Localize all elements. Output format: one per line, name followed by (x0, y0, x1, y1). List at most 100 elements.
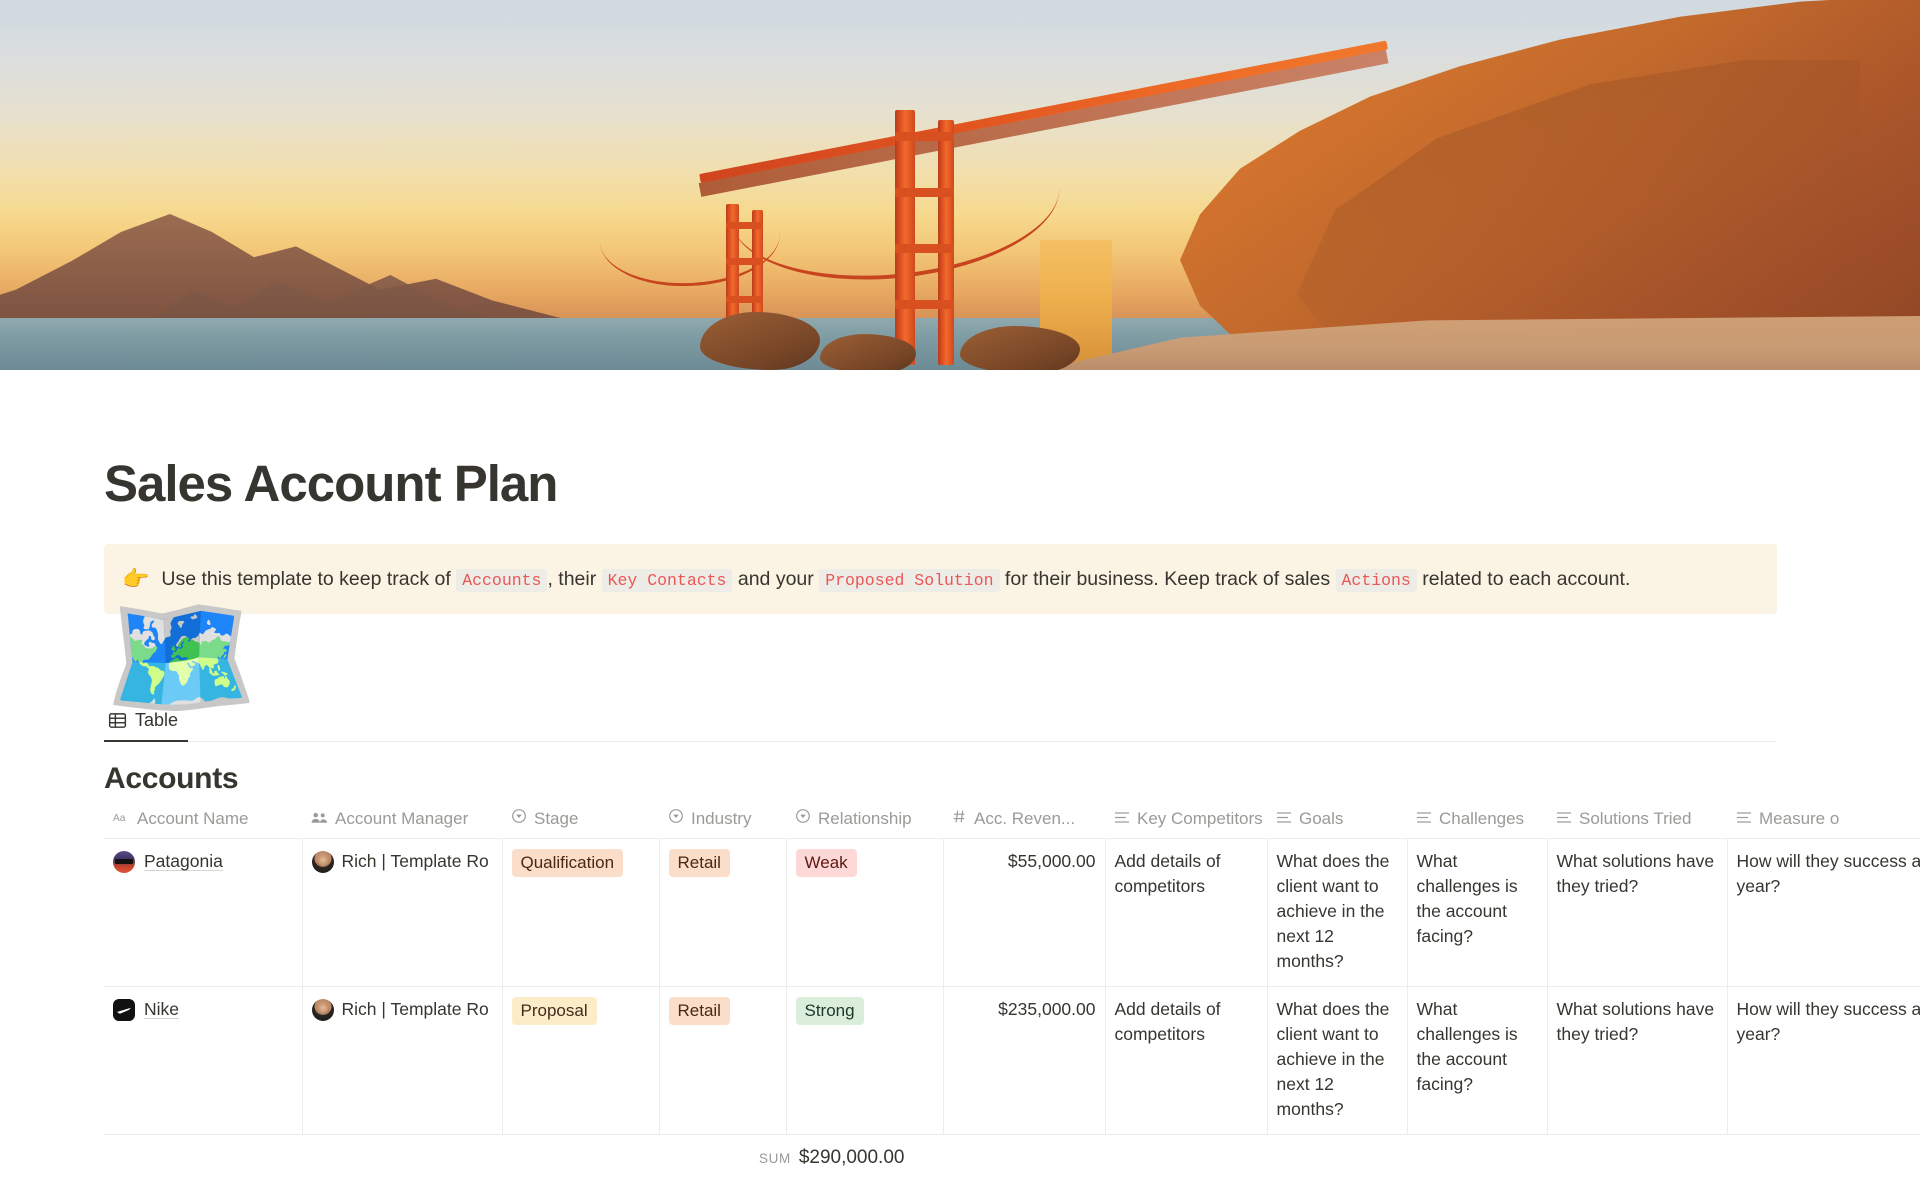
tower-crossbar (726, 258, 763, 265)
avatar (311, 998, 334, 1021)
callout-segment: related to each account. (1416, 568, 1631, 591)
callout-code-accounts: Accounts (456, 569, 548, 593)
column-label: Industry (691, 808, 752, 828)
cell-acc-revenue[interactable]: $235,000.00 (943, 986, 1106, 1135)
table-row[interactable]: Patagonia Rich | Template Ro Qualificati… (104, 838, 1920, 987)
tower-crossbar (895, 300, 954, 309)
title-text-icon: Aa (113, 809, 130, 829)
callout-block: 👉 Use this template to keep track of Acc… (104, 544, 1777, 615)
sum-value: $290,000.00 (798, 1147, 905, 1169)
callout-code-proposed-solution: Proposed Solution (819, 569, 1000, 593)
database-table[interactable]: Aa Account Name Account Manager Stage In… (104, 808, 1920, 1135)
cell-account-manager[interactable]: Rich | Template Ro (302, 838, 503, 987)
svg-text:Aa: Aa (113, 813, 126, 824)
tower-crossbar (895, 244, 954, 253)
cell-key-competitors[interactable]: Add details of competitors (1105, 986, 1268, 1135)
column-label: Stage (534, 808, 579, 828)
callout-segment: Use this template to keep track of (161, 568, 457, 591)
industry-badge: Retail (668, 849, 730, 878)
callout-segment: , their (547, 568, 602, 591)
text-lines-icon (1736, 809, 1752, 829)
column-header-stage[interactable]: Stage (502, 808, 659, 839)
column-label: Challenges (1439, 809, 1525, 829)
person-icon (311, 809, 328, 829)
cell-solutions-tried[interactable]: What solutions have they tried? (1547, 838, 1728, 987)
column-label: Solutions Tried (1579, 809, 1692, 829)
database-view-bar: Table (104, 702, 1777, 743)
cell-goals[interactable]: What does the client want to achieve in … (1267, 838, 1408, 987)
sum-label[interactable]: SUM (759, 1151, 791, 1166)
cell-relationship[interactable]: Weak (786, 838, 944, 987)
tower-crossbar (895, 188, 954, 197)
column-header-measure-of-success[interactable]: Measure o (1727, 808, 1920, 839)
stage-badge: Qualification (511, 849, 624, 878)
column-label: Goals (1299, 809, 1344, 829)
select-icon (668, 808, 684, 829)
avatar (311, 850, 334, 873)
cell-acc-revenue[interactable]: $55,000.00 (943, 838, 1106, 987)
cell-industry[interactable]: Retail (659, 838, 787, 987)
number-icon (952, 809, 967, 829)
table-header-row: Aa Account Name Account Manager Stage In… (104, 808, 1920, 839)
column-label: Account Name (137, 809, 249, 829)
table-row[interactable]: Nike Rich | Template Ro Proposal Retail … (104, 986, 1920, 1135)
acc-revenue-value: $235,000.00 (998, 999, 1096, 1020)
foreground-rock (960, 326, 1080, 370)
cell-industry[interactable]: Retail (659, 986, 787, 1135)
column-header-goals[interactable]: Goals (1267, 808, 1407, 839)
column-header-relationship[interactable]: Relationship (786, 808, 943, 839)
cell-key-competitors[interactable]: Add details of competitors (1105, 838, 1268, 987)
column-header-acc-revenue[interactable]: Acc. Reven... (943, 808, 1105, 839)
acc-revenue-value: $55,000.00 (1007, 851, 1096, 872)
bridge-tower-near-left (895, 110, 915, 365)
relationship-badge: Weak (795, 849, 857, 878)
tower-crossbar (726, 296, 763, 303)
column-header-solutions-tried[interactable]: Solutions Tried (1547, 808, 1727, 839)
cell-stage[interactable]: Qualification (502, 838, 660, 987)
patagonia-logo-icon (113, 850, 135, 873)
column-header-account-name[interactable]: Aa Account Name (104, 808, 302, 839)
callout-segment: for their business. Keep track of sales (999, 568, 1336, 591)
nike-logo-icon (113, 998, 135, 1021)
cell-account-manager[interactable]: Rich | Template Ro (302, 986, 503, 1135)
account-name-link[interactable]: Nike (144, 997, 179, 1022)
column-header-challenges[interactable]: Challenges (1407, 808, 1547, 839)
bridge-tower-near-right (938, 120, 954, 365)
cell-measure-of-success[interactable]: How will they success at the the year? (1727, 986, 1920, 1135)
column-header-key-competitors[interactable]: Key Competitors (1105, 808, 1267, 839)
industry-badge: Retail (668, 997, 730, 1026)
tower-crossbar (726, 222, 763, 229)
cell-challenges[interactable]: What challenges is the account facing? (1407, 838, 1548, 987)
column-label: Key Competitors (1137, 809, 1263, 829)
column-label: Measure o (1759, 809, 1840, 829)
cell-stage[interactable]: Proposal (502, 986, 660, 1135)
table-footer: SUM $290,000.00 (104, 1135, 1920, 1169)
column-label: Acc. Reven... (974, 809, 1076, 829)
callout-text: Use this template to keep track of Accou… (161, 564, 1630, 594)
cell-challenges[interactable]: What challenges is the account facing? (1407, 986, 1548, 1135)
account-manager-name: Rich | Template Ro (341, 851, 489, 872)
foreground-rock (700, 312, 820, 370)
text-lines-icon (1114, 809, 1130, 829)
cell-solutions-tried[interactable]: What solutions have they tried? (1547, 986, 1728, 1135)
callout-code-key-contacts: Key Contacts (601, 569, 733, 593)
cell-account-name[interactable]: Nike (104, 986, 303, 1135)
cell-account-name[interactable]: Patagonia (104, 838, 303, 987)
world-map-icon[interactable]: 🗺️ (104, 592, 258, 724)
tower-crossbar (895, 132, 954, 141)
cell-goals[interactable]: What does the client want to achieve in … (1267, 986, 1408, 1135)
callout-segment: and your (732, 568, 820, 591)
select-icon (795, 808, 811, 829)
text-lines-icon (1276, 809, 1292, 829)
foreground-rock (820, 334, 916, 370)
column-header-account-manager[interactable]: Account Manager (302, 808, 502, 839)
cell-measure-of-success[interactable]: How will they success at the the year? (1727, 838, 1920, 987)
cell-relationship[interactable]: Strong (786, 986, 944, 1135)
callout-code-actions: Actions (1335, 569, 1417, 593)
page-title: Sales Account Plan (104, 455, 558, 512)
database-title: Accounts (104, 762, 239, 796)
page-content: Sales Account Plan 👉 Use this template t… (0, 370, 1920, 1169)
column-header-industry[interactable]: Industry (659, 808, 786, 839)
account-name-link[interactable]: Patagonia (144, 849, 223, 874)
stage-badge: Proposal (511, 997, 597, 1026)
